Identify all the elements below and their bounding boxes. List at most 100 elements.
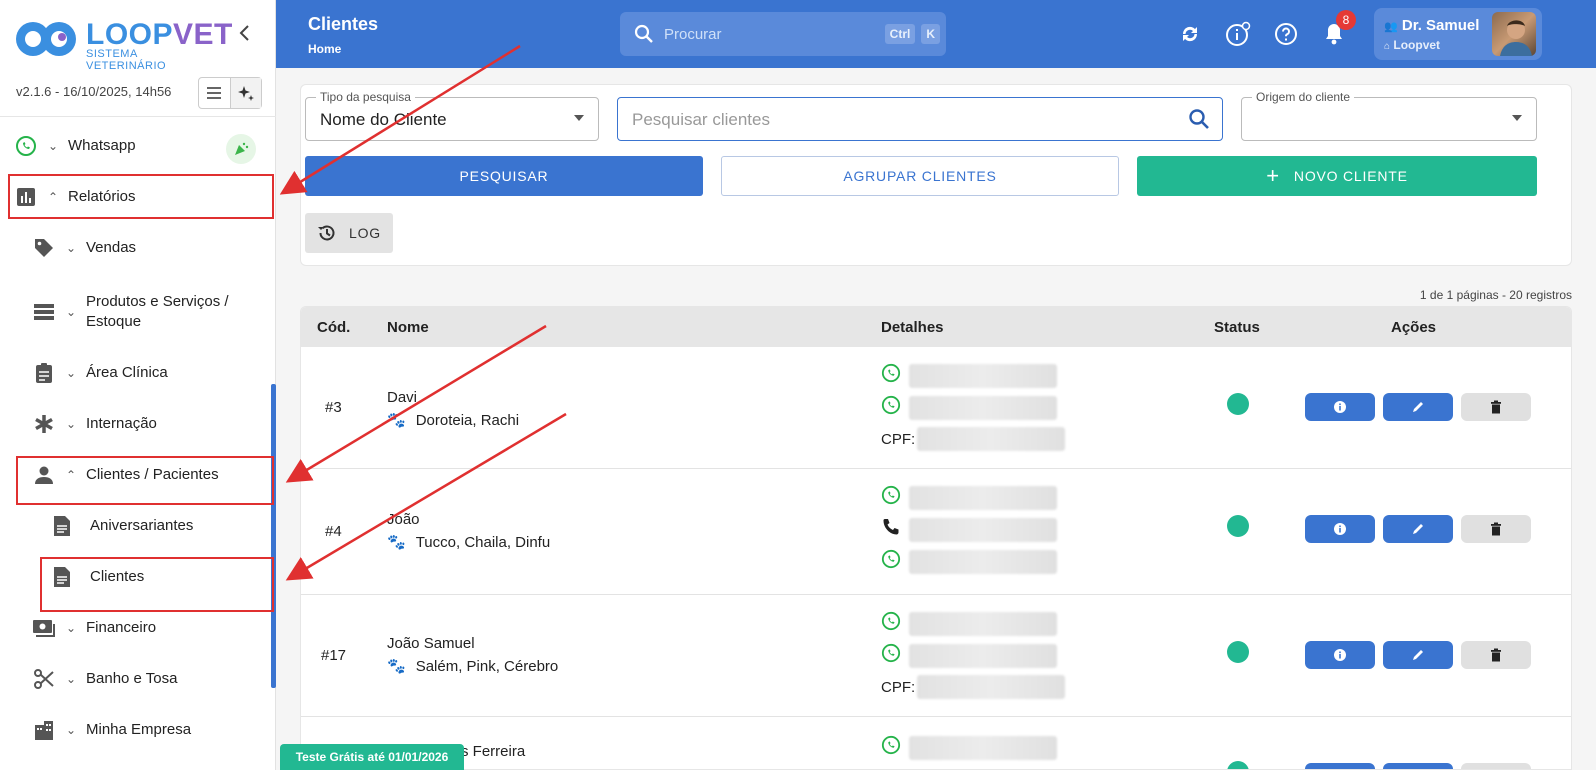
logo-main: LOOP (86, 18, 174, 51)
edit-button[interactable] (1383, 641, 1453, 669)
menu-view-button[interactable] (199, 78, 230, 108)
home-icon: ⌂ (1384, 41, 1391, 52)
col-acoes: Ações (1391, 319, 1437, 336)
sidebar-item-minha-empresa[interactable]: ⌄ Minha Empresa (32, 710, 191, 750)
sidebar-item-vendas[interactable]: ⌄ Vendas (32, 228, 136, 268)
sidebar-item-label: Relatórios (68, 188, 136, 205)
row-name[interactable]: Davi (387, 389, 417, 406)
sidebar-item-label: Clientes (90, 568, 145, 585)
status-indicator (1227, 641, 1249, 663)
sidebar-item-area-clinica[interactable]: ⌄ Área Clínica (32, 353, 168, 393)
detail-line: CPF: (881, 427, 1066, 451)
sidebar-item-financeiro[interactable]: ⌄ Financeiro (32, 608, 156, 648)
chevron-up-icon: ⌃ (47, 190, 59, 204)
info-button[interactable] (1305, 515, 1375, 543)
filter-card: Tipo da pesquisa Nome do Cliente Pesquis… (300, 84, 1572, 266)
sidebar-item-internacao[interactable]: ⌄ Internação (32, 404, 157, 444)
origem-cliente-select[interactable]: Origem do cliente (1241, 90, 1537, 141)
sidebar-item-label: Área Clínica (86, 364, 168, 381)
avatar (1492, 12, 1536, 56)
help-icon[interactable] (1272, 20, 1300, 48)
breadcrumb[interactable]: Home (308, 42, 341, 56)
sync-icon[interactable] (1176, 20, 1204, 48)
pencil-icon (1413, 650, 1423, 660)
delete-button[interactable] (1461, 641, 1531, 669)
sidebar-item-relatorios[interactable]: ⌃ Relatórios (14, 177, 136, 217)
sidebar-item-produtos[interactable]: ⌄ Produtos e Serviços / Estoque (32, 288, 229, 336)
sidebar-item-whatsapp[interactable]: ⌄ Whatsapp (14, 126, 136, 166)
delete-button[interactable] (1461, 763, 1531, 769)
tipo-pesquisa-value: Nome do Cliente (320, 110, 447, 129)
agrupar-clientes-button[interactable]: AGRUPAR CLIENTES (721, 156, 1119, 196)
log-button[interactable]: LOG (305, 213, 393, 253)
sidebar-item-label-2: Estoque (86, 313, 142, 330)
trash-icon (1491, 522, 1501, 536)
info-icon (1334, 523, 1346, 535)
col-codigo: Cód. (317, 319, 351, 336)
sidebar-item-clientes-pacientes[interactable]: ⌃ Clientes / Pacientes (32, 455, 219, 495)
logo[interactable]: LOOPVET SISTEMA VETERINÁRIO (14, 18, 232, 72)
logo-accent: VET (173, 18, 233, 51)
status-indicator (1227, 393, 1249, 415)
agrupar-label: AGRUPAR CLIENTES (843, 168, 997, 184)
delete-button[interactable] (1461, 393, 1531, 421)
info-button[interactable] (1305, 393, 1375, 421)
user-menu[interactable]: 👥 Dr. Samuel ⌂ Loopvet (1374, 8, 1542, 60)
table-row[interactable]: #3 Davi 🐾 Doroteia, Rachi CPF: (301, 347, 1571, 469)
delete-button[interactable] (1461, 515, 1531, 543)
chevron-down-icon: ⌄ (47, 139, 59, 153)
trial-badge[interactable]: Teste Grátis até 01/01/2026 (280, 744, 464, 770)
edit-button[interactable] (1383, 515, 1453, 543)
ai-view-button[interactable] (229, 78, 261, 108)
sidebar-item-clientes[interactable]: Clientes (50, 557, 144, 597)
row-name[interactable]: João Samuel (387, 635, 475, 652)
redacted-phone (909, 643, 1057, 668)
col-status: Status (1214, 319, 1260, 336)
detail-line (881, 363, 1057, 388)
search-icon[interactable] (1188, 108, 1210, 130)
info-icon[interactable] (1224, 20, 1252, 48)
pencil-icon (1413, 524, 1423, 534)
row-code: #3 (325, 399, 342, 416)
redacted-phone (909, 611, 1057, 636)
top-header: Clientes Home Procurar Ctrl K 8 👥 Dr. Sa… (276, 0, 1596, 68)
sidebar-scrollbar[interactable] (271, 384, 276, 688)
sidebar-item-aniversariantes[interactable]: Aniversariantes (50, 506, 193, 546)
cpf-label: CPF: (881, 678, 916, 696)
pesquisar-button[interactable]: PESQUISAR (305, 156, 703, 196)
info-button[interactable] (1305, 763, 1375, 769)
pencil-icon (1413, 402, 1423, 412)
status-indicator (1227, 761, 1249, 769)
table-row[interactable]: s Ferreira (301, 717, 1571, 769)
scissors-icon (32, 667, 56, 691)
plus-icon: + (1266, 163, 1280, 188)
collapse-sidebar-button[interactable] (234, 22, 256, 44)
person-icon (32, 463, 56, 487)
edit-button[interactable] (1383, 393, 1453, 421)
row-name[interactable]: s Ferreira (461, 743, 525, 760)
party-icon[interactable] (226, 134, 256, 164)
novo-cliente-label: NOVO CLIENTE (1293, 168, 1408, 184)
sidebar-item-label: Internação (86, 415, 157, 432)
kbd-ctrl: Ctrl (884, 24, 916, 44)
tipo-pesquisa-select[interactable]: Tipo da pesquisa Nome do Cliente (305, 90, 599, 141)
global-search[interactable]: Procurar Ctrl K (620, 12, 946, 56)
client-search-input[interactable]: Pesquisar clientes (617, 97, 1223, 141)
col-nome: Nome (387, 319, 429, 336)
info-button[interactable] (1305, 641, 1375, 669)
redacted-phone (909, 485, 1057, 510)
table-row[interactable]: #4 João 🐾 Tucco, Chaila, Dinfu (301, 469, 1571, 595)
sidebar-item-banho-tosa[interactable]: ⌄ Banho e Tosa (32, 659, 177, 699)
detail-line: CPF: (881, 675, 1066, 699)
edit-button[interactable] (1383, 763, 1453, 769)
trash-icon (1491, 648, 1501, 662)
logo-icon (16, 22, 76, 56)
detail-line (881, 395, 1057, 420)
whatsapp-icon (881, 735, 901, 760)
novo-cliente-button[interactable]: + NOVO CLIENTE (1137, 156, 1537, 196)
row-code: #4 (325, 523, 342, 540)
sidebar-item-label: Minha Empresa (86, 721, 192, 738)
row-name[interactable]: João (387, 511, 420, 528)
table-row[interactable]: #17 João Samuel 🐾 Salém, Pink, Cérebro CP… (301, 595, 1571, 717)
whatsapp-icon (881, 485, 901, 510)
